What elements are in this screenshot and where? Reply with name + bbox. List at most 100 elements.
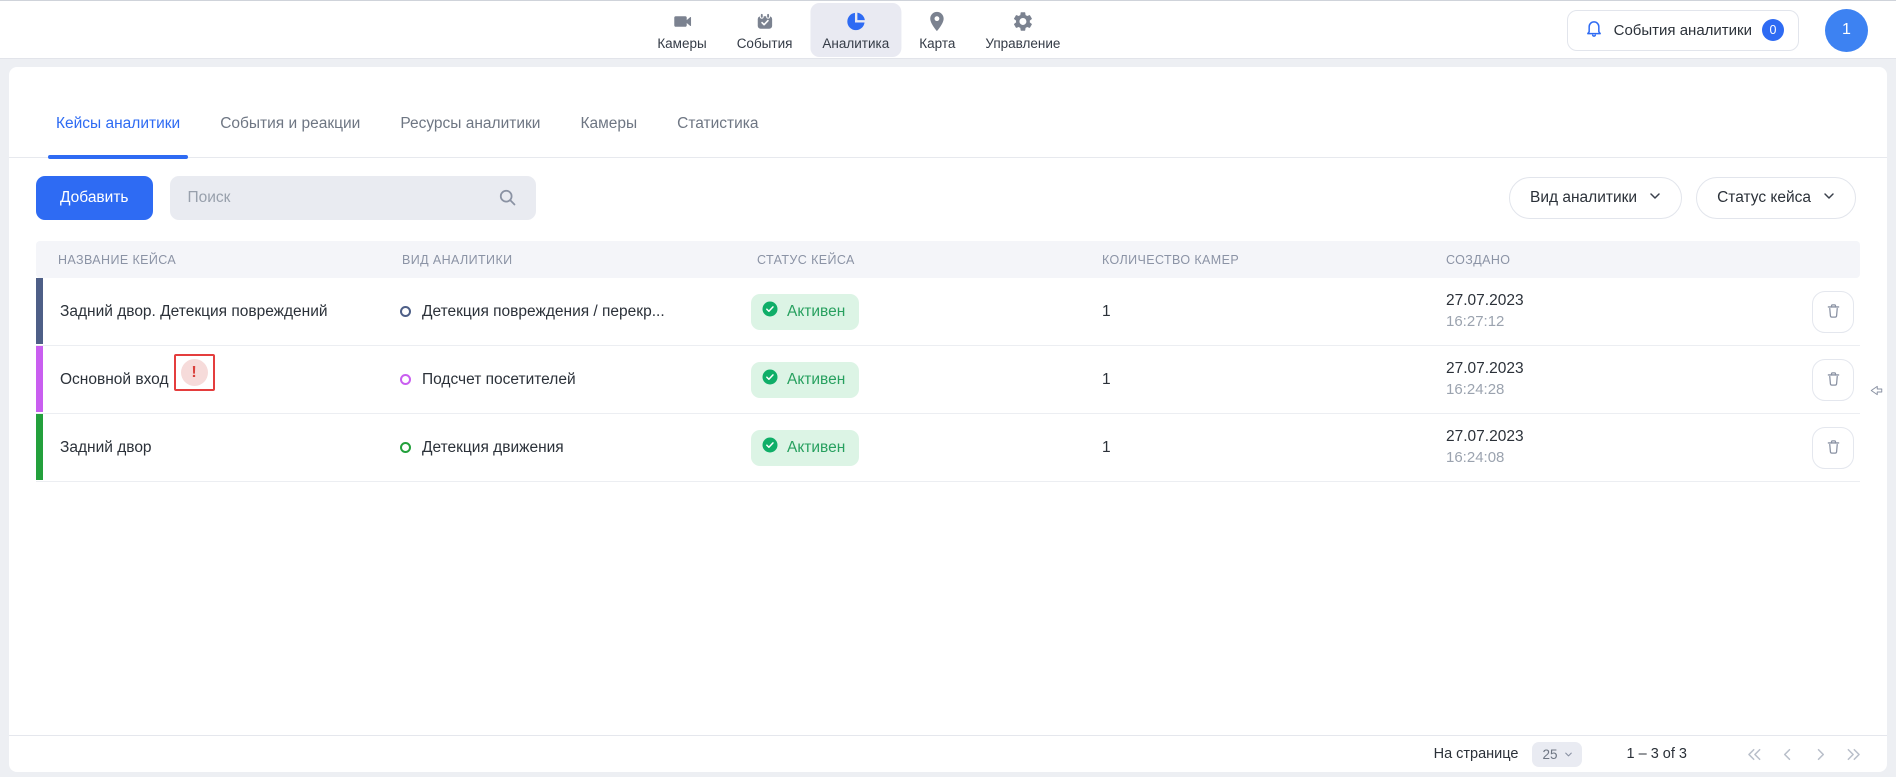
bell-icon bbox=[1584, 18, 1604, 42]
chevron-right-icon bbox=[1811, 745, 1830, 764]
nav-item-analytics[interactable]: Аналитика bbox=[810, 3, 901, 57]
double-chevron-left-icon bbox=[1745, 745, 1764, 764]
avatar[interactable]: 1 bbox=[1825, 9, 1868, 52]
check-circle-icon bbox=[761, 368, 779, 391]
case-color-stripe bbox=[36, 346, 43, 412]
filter-case-status[interactable]: Статус кейса bbox=[1696, 177, 1856, 219]
status-badge: Активен bbox=[751, 294, 859, 330]
exclamation-icon: ! bbox=[181, 359, 208, 386]
col-analytics-type: ВИД АНАЛИТИКИ bbox=[396, 253, 751, 267]
per-page-label: На странице bbox=[1434, 746, 1519, 762]
status-badge: Активен bbox=[751, 362, 859, 398]
analytics-type-icon bbox=[400, 306, 411, 317]
col-case-name: НАЗВАНИЕ КЕЙСА bbox=[36, 253, 396, 267]
tab-analytics-resources[interactable]: Ресурсы аналитики bbox=[400, 115, 540, 157]
nav-item-events[interactable]: События bbox=[725, 3, 805, 57]
search-box bbox=[170, 176, 536, 220]
case-color-stripe bbox=[36, 278, 43, 344]
delete-button[interactable] bbox=[1812, 427, 1854, 469]
chevron-down-icon bbox=[1647, 188, 1663, 209]
camera-count: 1 bbox=[1096, 439, 1440, 457]
next-page-button[interactable] bbox=[1811, 745, 1830, 764]
analytics-type-icon bbox=[400, 374, 411, 385]
double-chevron-right-icon bbox=[1844, 745, 1863, 764]
status-label: Активен bbox=[787, 439, 845, 457]
created-cell: 27.07.2023 16:27:12 bbox=[1440, 291, 1785, 331]
filter-label: Статус кейса bbox=[1717, 189, 1811, 207]
trash-icon bbox=[1824, 369, 1843, 391]
col-camera-count: КОЛИЧЕСТВО КАМЕР bbox=[1096, 253, 1440, 267]
tabs-bar: Кейсы аналитики События и реакции Ресурс… bbox=[9, 67, 1887, 158]
status-badge: Активен bbox=[751, 430, 859, 466]
case-name: Задний двор bbox=[60, 439, 152, 457]
col-created: СОЗДАНО bbox=[1440, 253, 1785, 267]
nav-label: Аналитика bbox=[822, 36, 889, 51]
nav-label: Камеры bbox=[657, 36, 706, 51]
tab-events-reactions[interactable]: События и реакции bbox=[220, 115, 360, 157]
nav-item-management[interactable]: Управление bbox=[973, 3, 1072, 57]
pagination-bar: На странице 25 1 – 3 of 3 bbox=[9, 735, 1887, 772]
analytics-type-label: Детекция движения bbox=[422, 439, 564, 457]
prev-page-button[interactable] bbox=[1778, 745, 1797, 764]
search-icon bbox=[497, 187, 518, 213]
col-case-status: СТАТУС КЕЙСА bbox=[751, 253, 1096, 267]
analytics-events-button[interactable]: События аналитики 0 bbox=[1567, 10, 1799, 51]
case-name: Основной вход bbox=[60, 371, 169, 389]
table-header: НАЗВАНИЕ КЕЙСА ВИД АНАЛИТИКИ СТАТУС КЕЙС… bbox=[36, 241, 1860, 278]
delete-button[interactable] bbox=[1812, 291, 1854, 333]
created-time: 16:24:28 bbox=[1446, 380, 1785, 400]
chevron-down-icon bbox=[1821, 188, 1837, 209]
analytics-icon bbox=[844, 10, 867, 33]
camera-count: 1 bbox=[1096, 371, 1440, 389]
created-time: 16:24:08 bbox=[1446, 448, 1785, 468]
created-date: 27.07.2023 bbox=[1446, 291, 1785, 311]
page-range-label: 1 – 3 of 3 bbox=[1627, 746, 1687, 762]
cases-table: НАЗВАНИЕ КЕЙСА ВИД АНАЛИТИКИ СТАТУС КЕЙС… bbox=[36, 241, 1860, 482]
status-label: Активен bbox=[787, 371, 845, 389]
nav-item-map[interactable]: Карта bbox=[907, 3, 967, 57]
case-name: Задний двор. Детекция повреждений bbox=[60, 303, 328, 321]
case-color-stripe bbox=[36, 414, 43, 480]
analytics-type-label: Детекция повреждения / перекр... bbox=[422, 303, 665, 321]
per-page-value: 25 bbox=[1543, 747, 1558, 762]
cursor-artifact bbox=[1869, 383, 1884, 403]
first-page-button[interactable] bbox=[1745, 745, 1764, 764]
created-date: 27.07.2023 bbox=[1446, 427, 1785, 447]
alert-highlight-box: ! bbox=[174, 354, 215, 391]
status-label: Активен bbox=[787, 303, 845, 321]
filter-label: Вид аналитики bbox=[1530, 189, 1637, 207]
created-date: 27.07.2023 bbox=[1446, 359, 1785, 379]
trash-icon bbox=[1824, 437, 1843, 459]
events-button-label: События аналитики bbox=[1614, 22, 1752, 39]
toolbar: Добавить Вид аналитики Статус кейса bbox=[9, 158, 1887, 220]
delete-button[interactable] bbox=[1812, 359, 1854, 401]
table-row[interactable]: Задний двор Детекция движения Активен 1 … bbox=[36, 414, 1860, 482]
map-pin-icon bbox=[926, 10, 949, 33]
analytics-type-icon bbox=[400, 442, 411, 453]
nav-item-cameras[interactable]: Камеры bbox=[645, 3, 718, 57]
tab-cameras[interactable]: Камеры bbox=[580, 115, 637, 157]
nav-label: Управление bbox=[985, 36, 1060, 51]
main-nav: Камеры События Аналитика bbox=[645, 1, 1072, 59]
pager-controls bbox=[1745, 745, 1863, 764]
tab-statistics[interactable]: Статистика bbox=[677, 115, 758, 157]
last-page-button[interactable] bbox=[1844, 745, 1863, 764]
search-input[interactable] bbox=[170, 176, 536, 220]
per-page-select[interactable]: 25 bbox=[1532, 742, 1582, 767]
nav-label: Карта bbox=[919, 36, 955, 51]
content-card: Кейсы аналитики События и реакции Ресурс… bbox=[9, 67, 1887, 772]
table-row[interactable]: Основной вход ! Подсчет посетителей Акти… bbox=[36, 346, 1860, 414]
filter-analytics-type[interactable]: Вид аналитики bbox=[1509, 177, 1682, 219]
app-header: Камеры События Аналитика bbox=[0, 1, 1896, 59]
analytics-type-label: Подсчет посетителей bbox=[422, 371, 576, 389]
check-circle-icon bbox=[761, 300, 779, 323]
add-button[interactable]: Добавить bbox=[36, 176, 153, 220]
created-cell: 27.07.2023 16:24:28 bbox=[1440, 359, 1785, 399]
created-time: 16:27:12 bbox=[1446, 312, 1785, 332]
camera-icon bbox=[671, 10, 694, 33]
created-cell: 27.07.2023 16:24:08 bbox=[1440, 427, 1785, 467]
tab-analytics-cases[interactable]: Кейсы аналитики bbox=[56, 115, 180, 157]
events-icon bbox=[753, 10, 776, 33]
events-count-badge: 0 bbox=[1762, 19, 1784, 41]
table-row[interactable]: Задний двор. Детекция повреждений Детекц… bbox=[36, 278, 1860, 346]
